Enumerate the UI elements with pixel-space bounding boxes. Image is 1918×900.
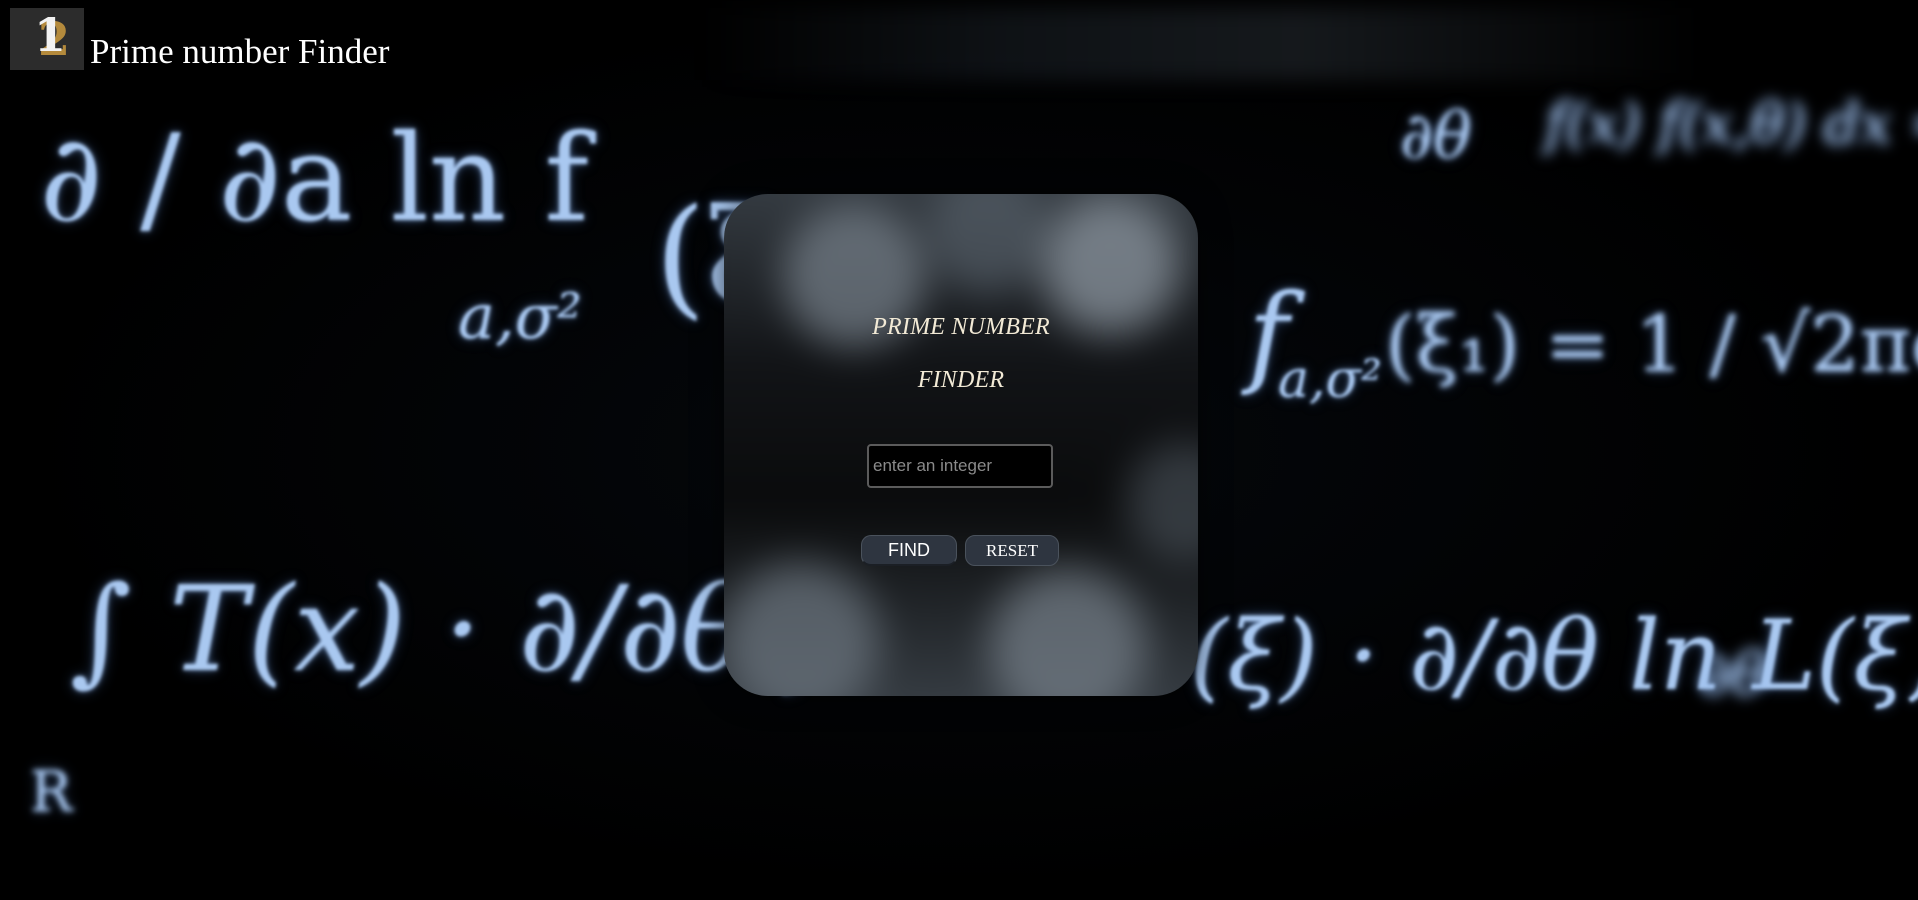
blurred-top-strip	[700, 8, 1700, 80]
formula-bottom-right: ∂θ	[1700, 640, 1768, 710]
find-button[interactable]: FIND	[861, 535, 957, 566]
reset-button[interactable]: RESET	[965, 535, 1059, 566]
card-title-line-1: PRIME NUMBER	[872, 314, 1050, 340]
site-logo: 2 1	[10, 8, 84, 70]
page-title: Prime number Finder	[90, 32, 390, 71]
prime-finder-card: PRIME NUMBER FINDER FIND RESET	[724, 194, 1198, 696]
formula-dtheta-top: ∂θ	[1400, 100, 1472, 174]
card-title-line-2: FINDER	[917, 367, 1005, 393]
formula-subscript-right: a,σ²	[1278, 350, 1382, 410]
formula-d-da-ln-f: ∂ / ∂a ln f	[40, 110, 589, 249]
formula-top-right: f(x) f(x,θ) dx =	[1545, 92, 1918, 157]
logo-front-digit: 1	[34, 8, 67, 62]
formula-subscript-a-sigma: a,σ²	[458, 280, 582, 353]
integer-input[interactable]	[867, 444, 1053, 488]
formula-gaussian: (ξ₁) = 1 / √2πσ exp(	[1385, 300, 1918, 390]
formula-r-subscript: R	[30, 760, 73, 825]
formula-likelihood: (ξ) · ∂/∂θ ln L(ξ,θ)	[1190, 600, 1918, 712]
